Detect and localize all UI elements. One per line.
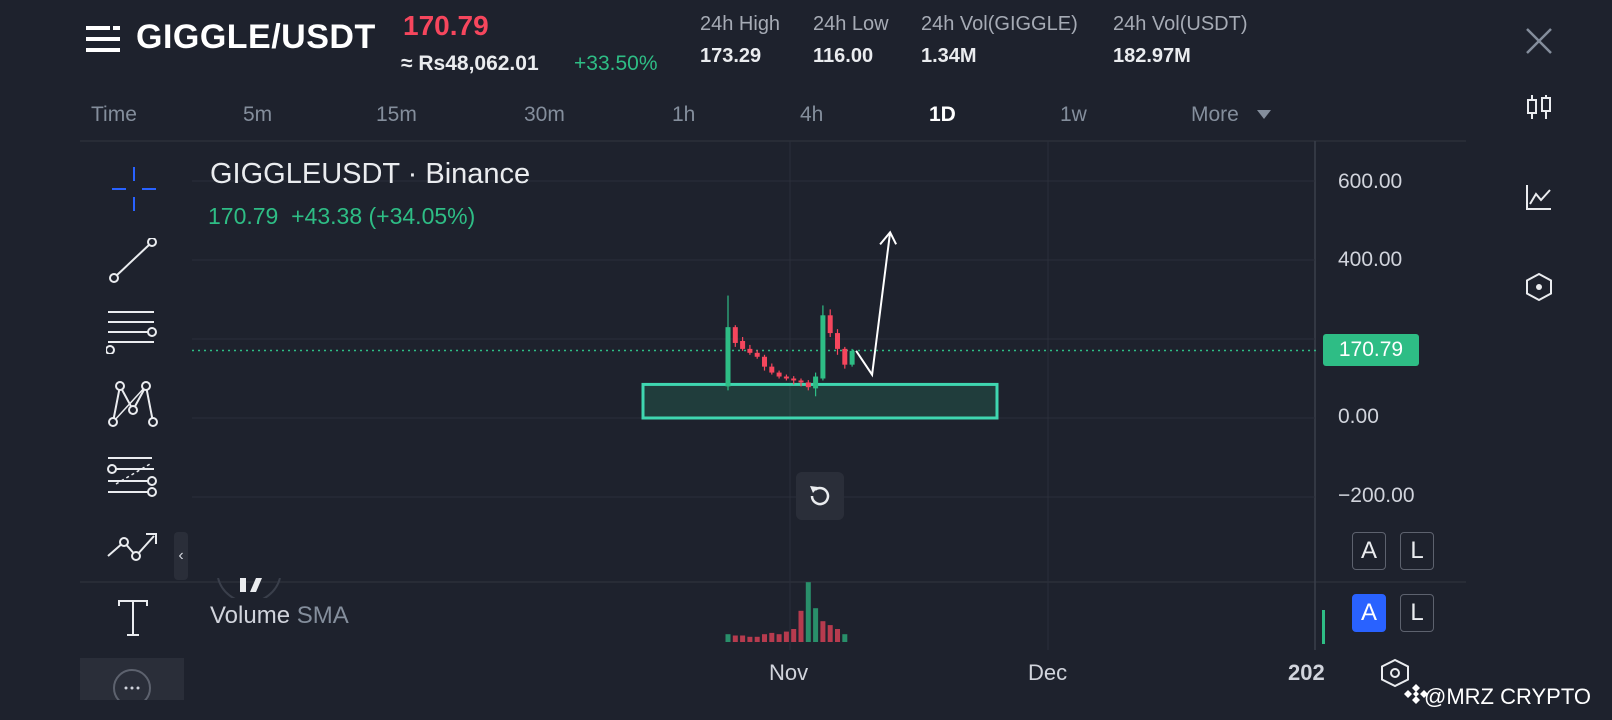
volume-bar: [769, 632, 775, 642]
candle-body: [783, 376, 789, 379]
toolbar-more-icon[interactable]: [80, 658, 184, 700]
candle-body: [776, 372, 782, 377]
price-axis-label: 400.00: [1338, 248, 1403, 271]
ohlc-readout: 170.79 +43.38 (+34.05%): [208, 203, 476, 229]
candle-body: [791, 378, 797, 381]
candle-body: [725, 327, 731, 387]
candle-body: [835, 333, 840, 349]
volume-edge-bar: [1322, 610, 1325, 644]
volume-bar: [805, 582, 811, 642]
support-zone-rect[interactable]: [641, 382, 999, 420]
price-axis-label: −200.00: [1338, 484, 1415, 507]
volume-label-text: Volume: [210, 602, 291, 629]
sma-label-text: SMA: [296, 602, 349, 629]
pattern-icon[interactable]: [108, 380, 158, 428]
candle-body: [769, 366, 775, 373]
volume-bar: [740, 635, 746, 642]
crosshair-icon[interactable]: [110, 165, 158, 213]
volume-bar: [813, 608, 819, 642]
candle-body: [740, 340, 746, 349]
volume-bar: [725, 634, 731, 642]
tradingview-logo-icon: [217, 578, 281, 598]
candle-body: [820, 315, 826, 379]
volume-bar: [820, 621, 826, 642]
price-axis-label: 600.00: [1338, 170, 1403, 193]
volume-bar: [835, 629, 840, 642]
volume-bar: [776, 634, 782, 642]
price-axis-label: 0.00: [1338, 405, 1379, 428]
candle-body: [732, 327, 738, 343]
volume-bar: [842, 634, 848, 642]
date-axis-label: Dec: [1028, 660, 1068, 685]
volume-bar: [762, 634, 767, 642]
collapse-toolbar-button[interactable]: ‹: [174, 532, 188, 580]
candle-body: [747, 348, 753, 353]
reset-chart-button[interactable]: [796, 472, 844, 520]
candle-body: [762, 356, 767, 367]
projection-arrow[interactable]: [855, 232, 892, 378]
candle-body: [805, 382, 811, 388]
candle-body: [827, 315, 833, 334]
chart-symbol-title: GIGGLEUSDT · Binance: [210, 158, 531, 190]
date-axis-label: 202: [1288, 660, 1325, 685]
volume-bar: [732, 635, 738, 642]
candle-body: [813, 376, 819, 389]
watermark: @MRZ CRYPTO: [1424, 684, 1591, 709]
log-scale-button[interactable]: L: [1400, 532, 1434, 570]
current-price-tag: 170.79: [1323, 334, 1419, 366]
candle-body: [849, 350, 855, 365]
candle-body: [842, 348, 848, 365]
volume-bar: [754, 636, 760, 642]
horizontal-lines-icon[interactable]: [106, 308, 158, 354]
volume-bar: [798, 610, 804, 642]
path-icon[interactable]: [106, 530, 160, 566]
volume-bar: [783, 631, 789, 642]
volume-auto-scale-button[interactable]: A: [1352, 594, 1386, 632]
volume-bars-group: [725, 582, 848, 642]
volume-bar: [827, 625, 833, 642]
candle-body: [798, 380, 804, 383]
volume-bar: [791, 629, 797, 642]
auto-scale-button[interactable]: A: [1352, 532, 1386, 570]
volume-indicator-label[interactable]: Volume SMA: [210, 602, 349, 630]
date-axis-label: Nov: [769, 660, 809, 685]
volume-log-scale-button[interactable]: L: [1400, 594, 1434, 632]
candle-body: [754, 352, 760, 357]
trendline-icon[interactable]: [108, 238, 158, 284]
volume-bar: [747, 636, 753, 642]
fib-icon[interactable]: [106, 454, 158, 500]
text-icon[interactable]: [116, 598, 150, 638]
